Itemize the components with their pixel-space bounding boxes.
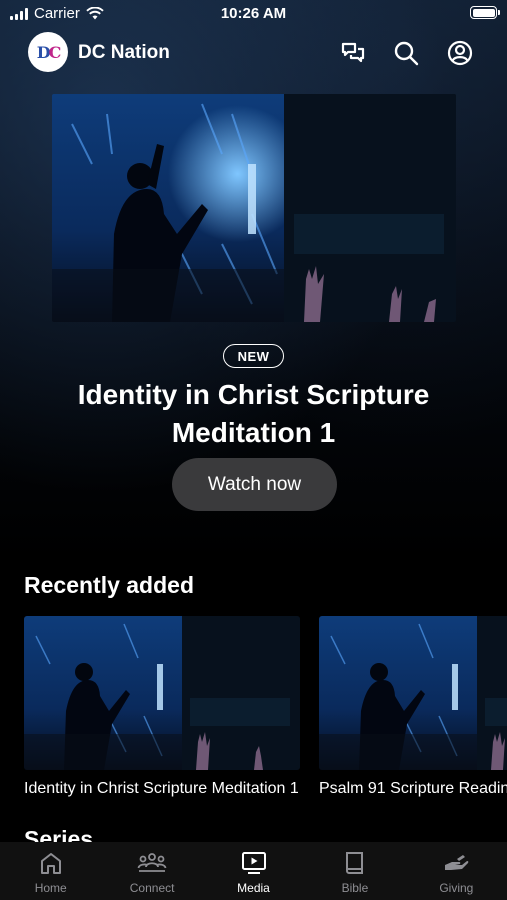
concert-image (319, 616, 477, 770)
crowd-image (477, 616, 507, 770)
media-card[interactable]: Psalm 91 Scripture Reading (319, 616, 507, 798)
battery-icon (470, 6, 500, 19)
tab-label: Bible (341, 881, 369, 895)
new-badge: NEW (223, 344, 284, 368)
crowd-image (284, 94, 456, 322)
media-card-title: Psalm 91 Scripture Reading (319, 780, 507, 797)
tab-label: Connect (129, 881, 175, 895)
tab-bar: Home Connect Media Bible Giving (0, 842, 507, 900)
media-card-thumbnail (319, 616, 507, 770)
hero-thumbnail[interactable] (52, 94, 456, 322)
home-icon (40, 853, 61, 874)
people-icon (137, 853, 167, 872)
media-card-title: Identity in Christ Scripture Meditation … (24, 780, 299, 797)
book-icon (345, 852, 363, 874)
tab-home[interactable]: Home (0, 842, 101, 900)
hand-icon (445, 855, 469, 870)
play-screen-icon (241, 852, 266, 874)
search-icon[interactable] (393, 40, 419, 66)
watch-now-button[interactable]: Watch now (172, 458, 337, 511)
concert-image (52, 94, 284, 322)
concert-image (24, 616, 182, 770)
profile-icon[interactable] (447, 40, 473, 66)
crowd-image (182, 616, 300, 770)
app-logo[interactable]: DC (28, 32, 68, 72)
tab-giving[interactable]: Giving (406, 842, 507, 900)
app-title: DC Nation (78, 42, 170, 63)
tab-bible[interactable]: Bible (304, 842, 405, 900)
status-bar: Carrier 10:26 AM (0, 0, 507, 28)
status-time: 10:26 AM (220, 5, 287, 22)
app-header: DC DC Nation (0, 32, 507, 76)
tab-media[interactable]: Media (203, 842, 304, 900)
recently-added-carousel[interactable]: Identity in Christ Scripture Meditation … (0, 616, 507, 806)
media-card-thumbnail (24, 616, 300, 770)
chat-icon[interactable] (340, 40, 366, 66)
tab-label: Home (34, 881, 67, 895)
tab-label: Media (237, 881, 270, 895)
hero-title: Identity in Christ Scripture Meditation … (77, 379, 430, 448)
recently-added-heading: Recently added (24, 572, 194, 598)
tab-connect[interactable]: Connect (101, 842, 202, 900)
logo-mark: DC (36, 42, 62, 62)
tab-label: Giving (439, 881, 474, 895)
media-card[interactable]: Identity in Christ Scripture Meditation … (24, 616, 300, 798)
